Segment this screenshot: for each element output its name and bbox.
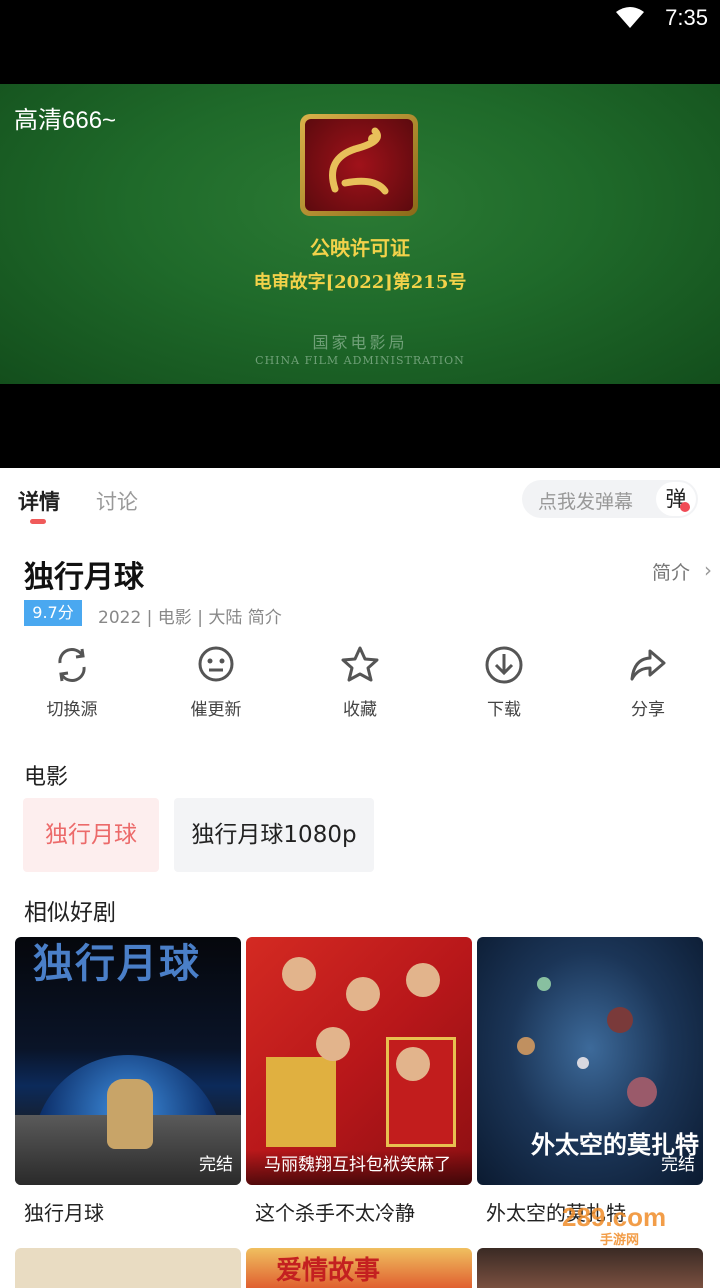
tab-discussion[interactable]: 讨论 (96, 486, 138, 516)
wifi-icon (616, 7, 644, 28)
download-icon (485, 646, 523, 684)
action-label: 切换源 (46, 700, 98, 720)
status-badge: 完结 (199, 1155, 233, 1175)
similar-poster-4[interactable] (15, 1248, 241, 1288)
danmaku-input[interactable]: 点我发弹幕 弹 (522, 480, 698, 518)
poster-art (282, 957, 316, 991)
poster-art (627, 1077, 657, 1107)
poster-art (266, 1057, 336, 1147)
danmaku-toggle-button[interactable]: 弹 (656, 482, 696, 516)
status-badge: 完结 (661, 1155, 695, 1175)
movie-meta: 2022 | 电影 | 大陆 简介 (98, 608, 282, 628)
poster-art (316, 1027, 350, 1061)
poster-art (607, 1007, 633, 1033)
poster-art (406, 963, 440, 997)
movie-title: 独行月球 (24, 560, 144, 595)
request-update-button[interactable]: 催更新 (156, 645, 276, 720)
share-button[interactable]: 分享 (588, 645, 708, 720)
similar-title[interactable]: 独行月球 (24, 1197, 104, 1226)
action-label: 催更新 (190, 700, 242, 720)
source-item[interactable]: 独行月球1080p (174, 798, 374, 872)
similar-poster-5[interactable]: 爱情故事 (246, 1248, 472, 1288)
sources-heading: 电影 (24, 765, 69, 790)
poster-art (537, 977, 551, 991)
video-player[interactable]: 公映许可证 电审故字[2022]第215号 国家电影局 CHINA FILM A… (0, 38, 720, 468)
chat-icon (198, 646, 234, 682)
dragon-icon (329, 127, 389, 195)
danmaku-status-dot (680, 502, 690, 512)
share-icon (630, 649, 666, 681)
detail-tabs: 详情 讨论 点我发弹幕 弹 (0, 468, 720, 532)
status-bar: 7:35 (0, 0, 720, 38)
similar-poster-6[interactable] (477, 1248, 703, 1288)
star-icon (341, 646, 379, 682)
poster-title: 独行月球 (33, 941, 201, 987)
similar-poster-2[interactable]: 马丽魏翔互抖包袱笑麻了 (246, 937, 472, 1185)
switch-source-button[interactable]: 切换源 (12, 645, 132, 720)
similar-poster-1[interactable]: 独行月球 完结 (15, 937, 241, 1185)
watermark-logo: 289.com 手游网 (562, 1202, 666, 1248)
intro-link-label: 简介 (651, 562, 690, 584)
action-label: 下载 (487, 700, 521, 720)
poster-art (396, 1047, 430, 1081)
similar-title[interactable]: 这个杀手不太冷静 (255, 1197, 415, 1226)
similar-heading: 相似好剧 (24, 900, 116, 926)
tab-indicator (30, 519, 46, 524)
score-badge: 9.7分 (24, 600, 82, 626)
danmaku-placeholder: 点我发弹幕 (538, 491, 634, 513)
license-number: 电审故字[2022]第215号 (253, 272, 467, 293)
quality-label[interactable]: 高清666~ (14, 100, 116, 135)
action-label: 收藏 (343, 700, 377, 720)
tab-details[interactable]: 详情 (18, 486, 60, 516)
poster-art (577, 1057, 589, 1069)
download-button[interactable]: 下载 (444, 645, 564, 720)
chevron-right-icon: › (704, 558, 712, 582)
poster-title: 爱情故事 (276, 1256, 381, 1286)
license-title: 公映许可证 (310, 236, 410, 260)
poster-caption: 马丽魏翔互抖包袱笑麻了 (246, 1150, 472, 1185)
action-label: 分享 (631, 700, 665, 720)
intro-link[interactable]: 简介 › (651, 558, 712, 585)
poster-art (517, 1037, 535, 1055)
refresh-icon (58, 648, 86, 682)
source-item-selected[interactable]: 独行月球 (23, 798, 159, 872)
admin-name-en: CHINA FILM ADMINISTRATION (255, 354, 465, 367)
similar-poster-3[interactable]: 外太空的莫扎特 完结 (477, 937, 703, 1185)
clock: 7:35 (665, 5, 708, 30)
poster-art (346, 977, 380, 1011)
action-bar: 切换源 催更新 收藏 下载 分享 (0, 645, 720, 725)
watermark-main: 289.com (562, 1202, 667, 1232)
film-emblem (300, 114, 418, 216)
admin-name-cn: 国家电影局 (312, 333, 408, 352)
favorite-button[interactable]: 收藏 (300, 645, 420, 720)
poster-art (107, 1079, 153, 1149)
